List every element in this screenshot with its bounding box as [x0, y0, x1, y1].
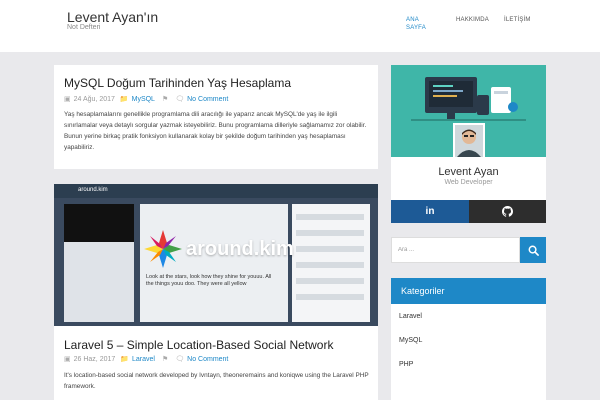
search-icon — [528, 245, 539, 256]
tag-icon: ⚑ — [161, 356, 169, 363]
thumbnail-row — [296, 246, 364, 252]
categories-list: Laravel MySQL PHP — [391, 304, 546, 400]
avatar — [453, 123, 485, 159]
post-card: MySQL Doğum Tarihinden Yaş Hesaplama ▣ 2… — [54, 65, 378, 169]
comment-icon: 🗨 — [175, 96, 185, 103]
linkedin-button[interactable]: in — [391, 200, 469, 223]
github-icon — [502, 206, 513, 217]
thumbnail-row — [296, 278, 364, 284]
site-title[interactable]: Levent Ayan'ın — [67, 9, 158, 25]
calendar-icon: ▣ — [64, 356, 71, 363]
thumbnail-quote: Look at the stars, look how they shine f… — [146, 274, 272, 287]
nav-item-home[interactable]: ANA SAYFA — [406, 16, 430, 32]
site-description: Not Defteri — [67, 24, 101, 31]
post-category[interactable]: MySQL — [132, 96, 155, 103]
thumbnail-row — [296, 294, 364, 300]
profile-widget: Levent Ayan Web Developer in — [391, 65, 546, 223]
logo-text: around.kim — [186, 237, 294, 260]
post-title[interactable]: Laravel 5 – Simple Location-Based Social… — [64, 338, 333, 352]
github-button[interactable] — [469, 200, 546, 223]
around-kim-logo: around.kim — [144, 230, 294, 268]
thumbnail-row — [296, 262, 364, 268]
post-excerpt: It's location-based social network devel… — [64, 372, 369, 390]
profile-name: Levent Ayan — [438, 166, 499, 178]
search-input[interactable] — [392, 238, 519, 262]
post-comments[interactable]: No Comment — [187, 96, 228, 103]
post-date: 26 Haz, 2017 — [73, 355, 116, 363]
search-box — [391, 237, 520, 263]
category-item-laravel[interactable]: Laravel — [399, 313, 422, 320]
tag-icon: ⚑ — [161, 96, 169, 103]
post-card: around.kim around.kim Look at the stars,… — [54, 184, 378, 400]
site-header: Levent Ayan'ın Not Defteri ANA SAYFA HAK… — [0, 0, 600, 52]
post-meta: ▣ 26 Haz, 2017 📁 Laravel ⚑ 🗨 No Comment — [64, 355, 228, 364]
profile-role: Web Developer — [444, 179, 493, 186]
thumbnail-row — [296, 230, 364, 236]
post-date: 24 Ağu, 2017 — [73, 95, 115, 103]
star-logo-icon — [144, 230, 182, 268]
thumbnail-app-bar: around.kim — [54, 184, 378, 198]
thumbnail-profile — [64, 204, 134, 242]
search-button[interactable] — [520, 237, 546, 263]
nav-item-contact[interactable]: İLETİŞİM — [504, 16, 531, 24]
post-title[interactable]: MySQL Doğum Tarihinden Yaş Hesaplama — [64, 76, 291, 90]
linkedin-icon: in — [425, 206, 435, 217]
post-category[interactable]: Laravel — [132, 356, 155, 363]
calendar-icon: ▣ — [64, 96, 71, 103]
category-item-mysql[interactable]: MySQL — [399, 337, 422, 344]
post-meta: ▣ 24 Ağu, 2017 📁 MySQL ⚑ 🗨 No Comment — [64, 95, 228, 104]
category-item-php[interactable]: PHP — [399, 361, 413, 368]
thumbnail-brand: around.kim — [78, 187, 108, 193]
post-thumbnail[interactable]: around.kim around.kim Look at the stars,… — [54, 184, 378, 326]
categories-heading: Kategoriler — [391, 278, 546, 304]
folder-icon: 📁 — [120, 356, 129, 363]
folder-icon: 📁 — [119, 96, 129, 103]
post-excerpt: Yaş hesaplamalarını genellikle programla… — [64, 111, 367, 151]
thumbnail-row — [296, 214, 364, 220]
avatar-portrait-icon — [455, 125, 483, 157]
comment-icon: 🗨 — [175, 356, 185, 363]
nav-item-about[interactable]: HAKKIMDA — [456, 16, 489, 24]
post-comments[interactable]: No Comment — [187, 356, 228, 363]
